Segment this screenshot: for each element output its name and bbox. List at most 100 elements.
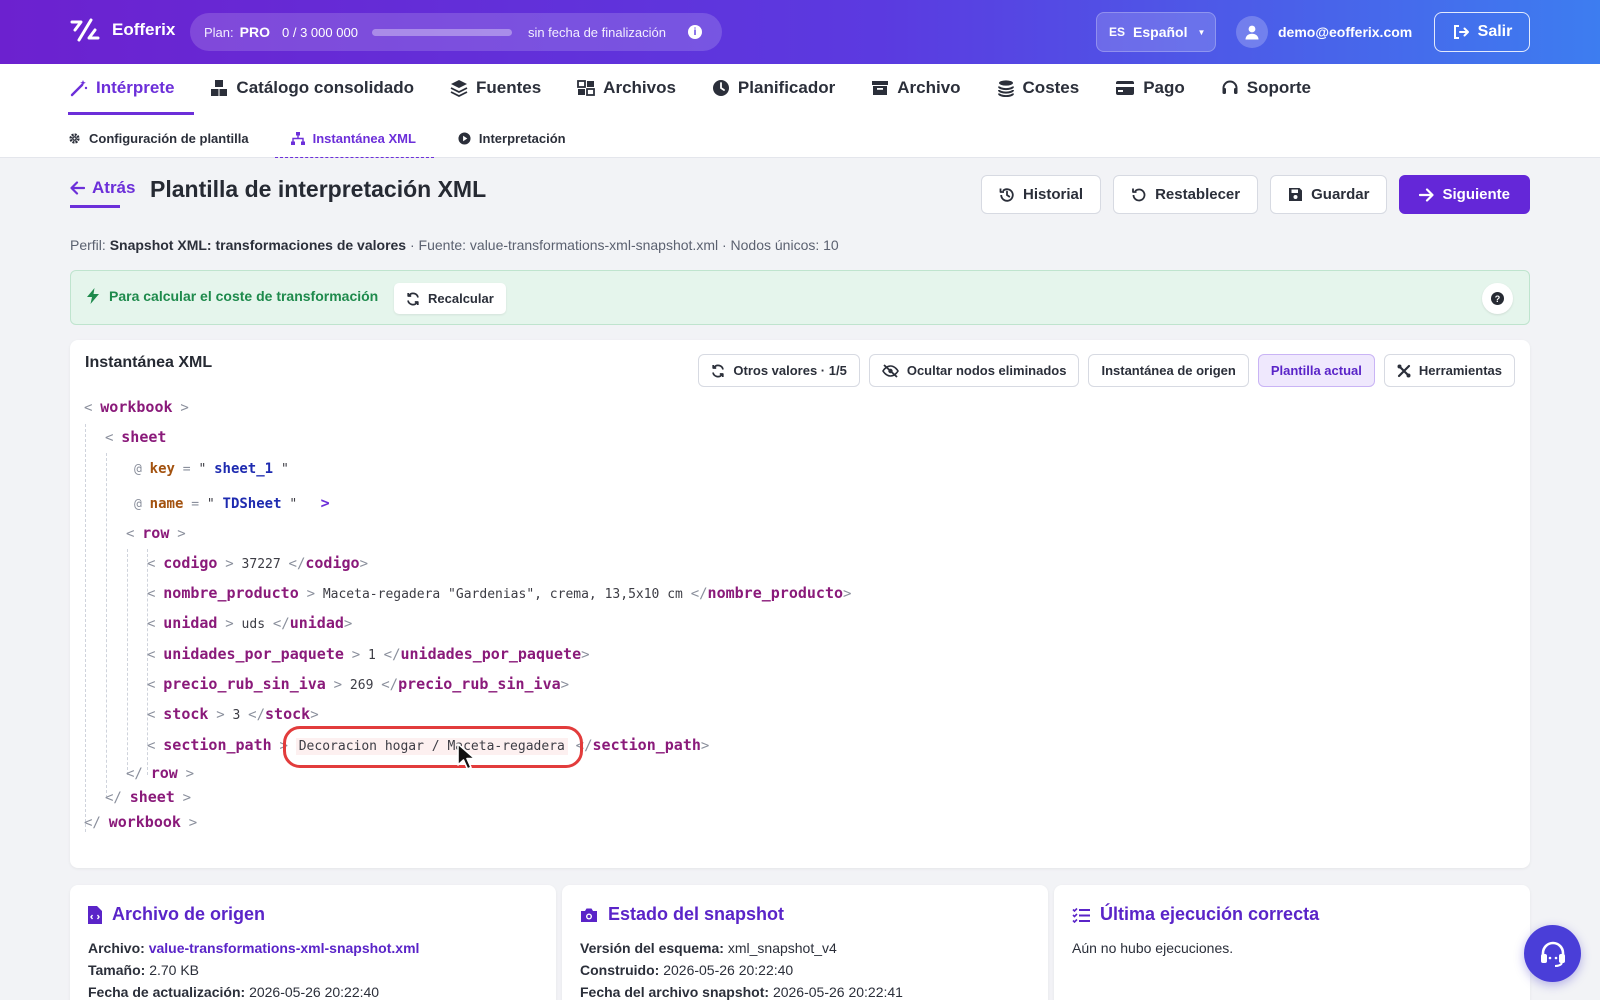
panel-title: Última ejecución correcta: [1100, 904, 1320, 924]
play-circle-icon: [458, 131, 471, 145]
nav-item-label: Fuentes: [475, 78, 542, 97]
nav-item-archivo[interactable]: Archivo: [871, 64, 961, 112]
history-button[interactable]: Historial: [981, 175, 1102, 214]
chevron-down-icon: ▼: [1197, 27, 1206, 37]
source-file-name: Archivo: value-transformations-xml-snaps…: [88, 940, 419, 956]
xml-attr-value: sheet_1: [214, 461, 274, 477]
reset-button[interactable]: Restablecer: [1113, 175, 1259, 214]
nav-item-costes[interactable]: Costes: [997, 64, 1079, 112]
nav-item-soporte[interactable]: Soporte: [1221, 64, 1311, 112]
kv-value: 2.70 KB: [149, 962, 200, 978]
xml-field-nombre-producto[interactable]: < nombre_producto > Maceta-regadera "Gar…: [147, 584, 851, 602]
recalculate-button[interactable]: Recalcular: [394, 283, 506, 314]
xml-bracket: >: [351, 647, 361, 663]
xml-bracket: >: [225, 556, 234, 572]
sitemap-icon: [290, 131, 305, 145]
tab-interpretacion[interactable]: Interpretación: [458, 124, 566, 158]
question-icon: ?: [1491, 292, 1504, 305]
xml-bracket: </: [383, 647, 401, 663]
plan-progress-bar: [371, 28, 512, 36]
xml-tag-name: codigo: [163, 554, 218, 572]
language-code: ES: [1109, 25, 1126, 39]
xml-field-unidad[interactable]: < unidad > uds </unidad >: [147, 614, 352, 632]
xml-bracket: <: [147, 707, 156, 723]
back-button[interactable]: Atrás: [70, 178, 135, 208]
xml-bracket: </: [105, 790, 122, 806]
boxes-icon: [211, 80, 228, 96]
tab-label: Instantánea XML: [312, 130, 416, 146]
xml-bracket: >: [180, 400, 189, 416]
xml-bracket: <: [147, 647, 156, 663]
tree-guide: [127, 549, 128, 775]
language-selector[interactable]: ES Español ▼: [1096, 12, 1216, 52]
panel-title: Estado del snapshot: [608, 904, 785, 924]
next-button[interactable]: Siguiente: [1399, 175, 1530, 214]
kv-value: xml_snapshot_v4: [727, 940, 837, 956]
xml-bracket: </: [126, 766, 143, 782]
xml-tag-name: unidad: [289, 614, 344, 632]
save-button[interactable]: Guardar: [1270, 175, 1388, 214]
snapshot-schema: Versión del esquema: xml_snapshot_v4: [580, 940, 837, 956]
user-menu[interactable]: demo@eofferix.com: [1236, 16, 1412, 48]
xml-tag-name: workbook: [100, 398, 173, 416]
tab-configuracion[interactable]: Configuración de plantilla: [68, 124, 249, 158]
nav-item-label: Pago: [1143, 78, 1185, 97]
xml-node-sheet-open[interactable]: < sheet: [105, 428, 166, 446]
reset-label: Restablecer: [1155, 186, 1241, 203]
xml-bracket: >: [320, 494, 330, 512]
top-bar: Eofferix Plan: PRO 0 / 3 000 000 sin fec…: [0, 0, 1600, 64]
xml-bracket: <: [147, 586, 156, 602]
xml-bracket: <: [147, 616, 156, 632]
nav-item-label: Catálogo consolidado: [236, 78, 414, 97]
xml-bracket: <: [147, 556, 156, 572]
xml-bracket: >: [188, 815, 198, 831]
xml-tag-name: unidad: [163, 614, 218, 632]
xml-bracket: >: [359, 556, 368, 572]
logout-button[interactable]: Salir: [1434, 12, 1530, 52]
support-chat-button[interactable]: [1524, 925, 1581, 982]
files-icon: [577, 80, 596, 96]
gear-icon: [69, 132, 80, 144]
tab-instantanea-xml[interactable]: Instantánea XML: [274, 124, 435, 158]
xml-node-sheet-close[interactable]: </ sheet >: [105, 788, 191, 806]
info-icon[interactable]: i: [687, 25, 702, 39]
arrow-right-icon: [1419, 187, 1435, 202]
list-check-icon: [1072, 907, 1090, 923]
xml-bracket: <: [147, 677, 156, 693]
xml-attr-name: key: [149, 461, 175, 477]
xml-tag-name: nombre_producto: [707, 584, 844, 602]
xml-eq: =: [182, 462, 191, 477]
source-file-link[interactable]: value-transformations-xml-snapshot.xml: [149, 940, 420, 956]
clock-icon: [712, 80, 729, 96]
source-file-panel: Archivo de origen Archivo: value-transfo…: [70, 885, 556, 1000]
xml-quote: ": [289, 497, 298, 512]
cost-alert: Para calcular el coste de transformación…: [70, 270, 1530, 325]
alert-text: Para calcular el coste de transformación: [109, 288, 379, 304]
xml-field-stock[interactable]: < stock > 3 </stock >: [147, 705, 319, 723]
nav-item-pago[interactable]: Pago: [1115, 64, 1185, 112]
xml-node-workbook-open[interactable]: < workbook >: [84, 398, 189, 416]
plan-count: 0 / 3 000 000: [282, 25, 358, 40]
last-run-text: Aún no hubo ejecuciones.: [1072, 940, 1234, 956]
xml-bracket: >: [560, 677, 570, 693]
nav-item-interprete[interactable]: Intérprete: [67, 64, 195, 115]
xml-field-unidades-por-paquete[interactable]: < unidades_por_paquete > 1 </unidades_po…: [147, 645, 590, 663]
xml-bracket: >: [216, 707, 225, 723]
xml-node-workbook-close[interactable]: </ workbook >: [84, 813, 197, 831]
xml-field-precio-rub-sin-iva[interactable]: < precio_rub_sin_iva > 269 </precio_rub_…: [147, 675, 569, 693]
xml-eq: =: [191, 497, 200, 512]
xml-field-codigo[interactable]: < codigo > 37227 </codigo >: [147, 554, 368, 572]
xml-node-row-close[interactable]: </ row >: [126, 764, 194, 782]
app-logo[interactable]: Eofferix: [70, 18, 175, 42]
xml-attribute-key[interactable]: @ key = " sheet_1 ": [134, 461, 289, 477]
nav-item-fuentes[interactable]: Fuentes: [450, 64, 541, 112]
nav-item-catalogo[interactable]: Catálogo consolidado: [210, 64, 414, 112]
panel-heading: Última ejecución correcta: [1072, 904, 1319, 925]
help-button[interactable]: ?: [1482, 283, 1513, 314]
nav-item-planificador[interactable]: Planificador: [712, 64, 835, 112]
xml-attribute-name[interactable]: @ name = " TDSheet " >: [134, 494, 330, 512]
xml-node-row-open[interactable]: < row >: [126, 524, 186, 542]
nav-item-archivos[interactable]: Archivos: [577, 64, 676, 112]
plan-used: 0: [281, 24, 290, 40]
kv-label: Construido:: [580, 962, 660, 978]
